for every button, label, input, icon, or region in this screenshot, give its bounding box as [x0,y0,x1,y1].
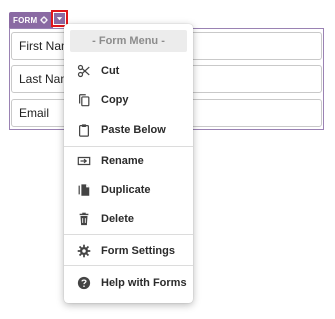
gear-icon[interactable] [40,16,49,24]
menu-divider [64,146,193,147]
menu-item-cut[interactable]: Cut [64,61,193,81]
menu-item-label: Copy [101,94,129,106]
menu-item-form-settings[interactable]: Form Settings [64,241,193,261]
scissors-icon [76,63,92,79]
menu-header: - Form Menu - [70,30,187,52]
form-tag-label: FORM [13,15,38,25]
duplicate-icon [76,182,92,198]
form-menu-dropdown: - Form Menu - Cut Copy Paste Below Renam… [64,24,193,303]
form-tag[interactable]: FORM [9,12,54,28]
copy-icon [76,92,92,108]
menu-item-rename[interactable]: Rename [64,151,193,171]
menu-item-delete[interactable]: Delete [64,209,193,229]
gear-icon [76,243,92,259]
menu-item-label: Paste Below [101,124,166,136]
menu-item-label: Duplicate [101,184,151,196]
menu-item-label: Rename [101,155,144,167]
trash-icon [76,211,92,227]
menu-item-label: Delete [101,213,135,225]
field-label: Email [19,106,50,120]
form-builder-canvas: FORM First Name Last Name Email - Form M… [0,0,335,319]
menu-item-paste-below[interactable]: Paste Below [64,120,193,140]
menu-item-label: Form Settings [101,245,175,257]
menu-divider [64,234,193,235]
chevron-down-icon [54,13,65,24]
menu-item-label: Cut [101,65,120,77]
help-icon [76,275,92,291]
menu-item-label: Help with Forms [101,277,187,289]
menu-item-copy[interactable]: Copy [64,90,193,110]
menu-item-help-with-forms[interactable]: Help with Forms [64,273,193,293]
rename-icon [76,153,92,169]
clipboard-icon [76,122,92,138]
menu-item-duplicate[interactable]: Duplicate [64,180,193,200]
menu-divider [64,265,193,266]
